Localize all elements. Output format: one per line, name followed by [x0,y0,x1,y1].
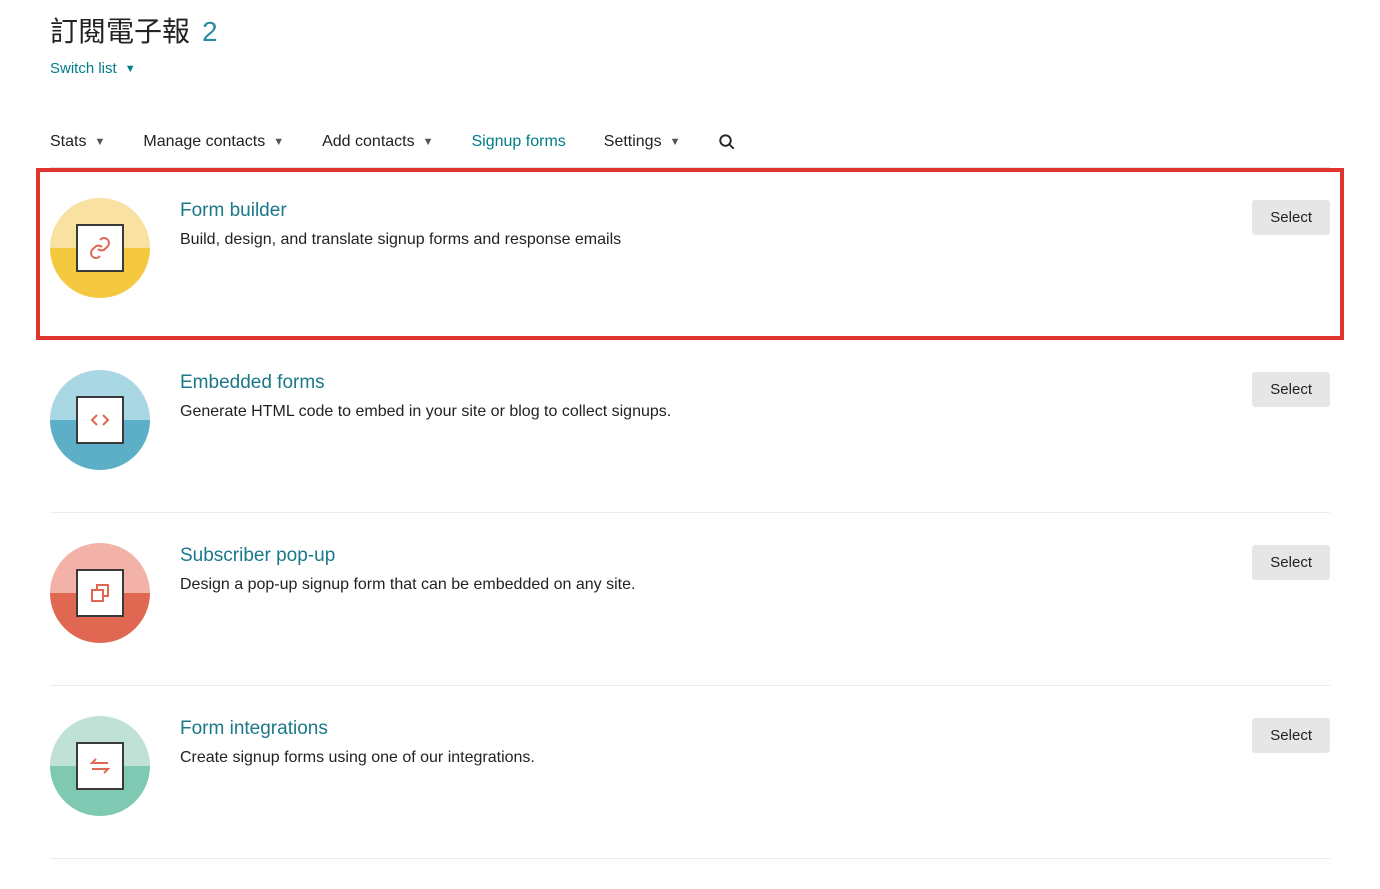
embedded-forms-card: Embedded forms Generate HTML code to emb… [50,340,1330,513]
select-button[interactable]: Select [1252,545,1330,580]
search-icon[interactable] [718,133,736,151]
subscriber-popup-card: Subscriber pop-up Design a pop-up signup… [50,513,1330,686]
subscriber-popup-icon [50,543,150,643]
tab-signup-forms[interactable]: Signup forms [472,133,566,151]
select-button[interactable]: Select [1252,200,1330,235]
switch-list-label: Switch list [50,60,117,77]
title-row: 訂閱電子報 2 [50,10,1330,50]
tab-label: Signup forms [472,133,566,151]
tab-label: Settings [604,133,662,151]
chevron-down-icon: ▼ [94,136,105,148]
tabs-nav: Stats ▼ Manage contacts ▼ Add contacts ▼… [50,133,1330,168]
form-builder-icon [50,198,150,298]
form-integrations-icon [50,716,150,816]
card-title[interactable]: Form builder [180,200,1222,222]
chevron-down-icon: ▼ [423,136,434,148]
tab-manage-contacts[interactable]: Manage contacts ▼ [143,133,284,151]
tab-settings[interactable]: Settings ▼ [604,133,681,151]
card-description: Generate HTML code to embed in your site… [180,400,1222,424]
form-integrations-card: Form integrations Create signup forms us… [50,686,1330,859]
page-header: 訂閱電子報 2 Switch list ▼ [50,10,1330,78]
tab-label: Manage contacts [143,133,265,151]
card-title[interactable]: Embedded forms [180,372,1222,394]
code-icon [88,408,112,432]
contact-count: 2 [202,16,218,48]
select-button[interactable]: Select [1252,372,1330,407]
swap-icon [88,754,112,778]
card-body: Form integrations Create signup forms us… [180,716,1222,770]
switch-list-dropdown[interactable]: Switch list ▼ [50,60,136,77]
tab-label: Stats [50,133,86,151]
popup-icon [88,581,112,605]
card-body: Subscriber pop-up Design a pop-up signup… [180,543,1222,597]
select-button[interactable]: Select [1252,718,1330,753]
card-body: Form builder Build, design, and translat… [180,198,1222,252]
chevron-down-icon: ▼ [273,136,284,148]
card-body: Embedded forms Generate HTML code to emb… [180,370,1222,424]
tab-label: Add contacts [322,133,415,151]
link-icon [88,236,112,260]
form-builder-card: Form builder Build, design, and translat… [36,168,1344,340]
card-description: Build, design, and translate signup form… [180,228,1222,252]
card-title[interactable]: Form integrations [180,718,1222,740]
chevron-down-icon: ▼ [670,136,681,148]
tab-stats[interactable]: Stats ▼ [50,133,105,151]
chevron-down-icon: ▼ [125,63,136,75]
card-title[interactable]: Subscriber pop-up [180,545,1222,567]
embedded-forms-icon [50,370,150,470]
card-description: Create signup forms using one of our int… [180,746,1222,770]
card-description: Design a pop-up signup form that can be … [180,573,1222,597]
tab-add-contacts[interactable]: Add contacts ▼ [322,133,433,151]
page-title: 訂閱電子報 [50,10,190,50]
